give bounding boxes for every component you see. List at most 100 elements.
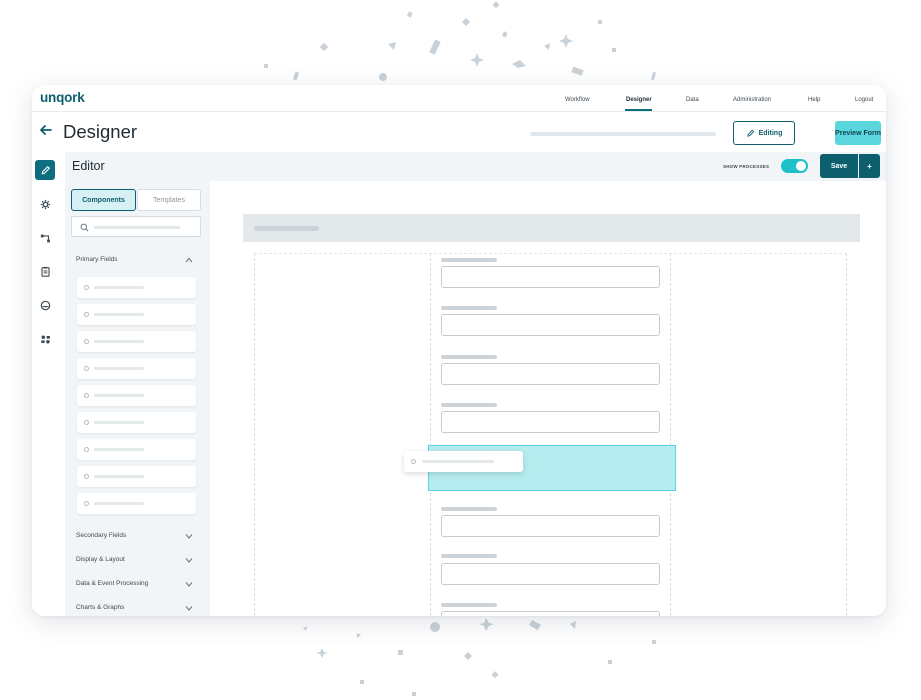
- form-field-label: [441, 554, 497, 558]
- preview-form-button[interactable]: Preview Form: [835, 121, 881, 145]
- component-item-icon: [84, 339, 89, 344]
- chevron-down-icon[interactable]: [185, 533, 193, 539]
- canvas-guide: [670, 253, 671, 616]
- section-data-event-processing[interactable]: Data & Event Processing: [76, 580, 148, 587]
- components-panel: Components Templates Primary Fields Seco…: [65, 181, 210, 616]
- show-processes-toggle[interactable]: [781, 159, 808, 173]
- component-item-placeholder: [94, 394, 144, 397]
- component-search-input[interactable]: [71, 216, 201, 237]
- settings-sliders-icon: [40, 335, 50, 343]
- page-title: Designer: [63, 121, 138, 142]
- component-item[interactable]: [77, 439, 196, 460]
- form-field-input[interactable]: [441, 611, 660, 616]
- active-nav-indicator: [625, 109, 652, 111]
- unqork-logo[interactable]: unqork: [40, 90, 85, 105]
- editing-label: Editing: [758, 129, 783, 137]
- preview-form-label: Preview Form: [835, 129, 881, 137]
- gear-icon: [40, 199, 50, 209]
- search-icon: [80, 223, 89, 232]
- component-item-placeholder: [94, 502, 144, 505]
- workflow-icon: [40, 234, 50, 242]
- rail-workflow[interactable]: [35, 228, 55, 248]
- tab-components[interactable]: Components: [71, 189, 136, 211]
- component-item[interactable]: [77, 358, 196, 379]
- form-field-input[interactable]: [441, 515, 660, 537]
- section-display-layout[interactable]: Display & Layout: [76, 556, 125, 563]
- form-field-input[interactable]: [441, 266, 660, 288]
- form-field-label: [441, 507, 497, 511]
- editor-title: Editor: [72, 159, 105, 173]
- back-arrow-icon[interactable]: [39, 123, 53, 137]
- canvas-header: [243, 214, 860, 242]
- component-item-icon: [84, 420, 89, 425]
- form-field-label: [441, 403, 497, 407]
- nav-help[interactable]: Help: [808, 97, 820, 103]
- search-placeholder-bar: [94, 226, 180, 229]
- rail-clipboard[interactable]: [35, 261, 55, 281]
- dragged-component[interactable]: [404, 451, 523, 472]
- nav-logout[interactable]: Logout: [855, 97, 873, 103]
- component-item-icon: [84, 501, 89, 506]
- component-item-placeholder: [94, 421, 144, 424]
- app-window: unqork Workflow Designer Data Administra…: [32, 85, 886, 616]
- chevron-down-icon[interactable]: [185, 557, 193, 563]
- toggle-knob: [796, 161, 806, 171]
- chevron-down-icon[interactable]: [185, 605, 193, 611]
- component-item-icon: [84, 447, 89, 452]
- component-item[interactable]: [77, 304, 196, 325]
- palette-icon: [40, 300, 50, 310]
- canvas-guide-top: [254, 253, 847, 254]
- chevron-up-icon[interactable]: [185, 257, 193, 263]
- component-item-icon: [84, 312, 89, 317]
- nav-workflow[interactable]: Workflow: [565, 97, 590, 103]
- component-item-placeholder: [94, 286, 144, 289]
- tab-templates[interactable]: Templates: [137, 189, 201, 211]
- component-item[interactable]: [77, 331, 196, 352]
- component-item[interactable]: [77, 412, 196, 433]
- rail-editor[interactable]: [35, 160, 55, 180]
- section-secondary-fields[interactable]: Secondary Fields: [76, 532, 126, 539]
- form-field-label: [441, 355, 497, 359]
- component-item-icon: [84, 474, 89, 479]
- component-item-placeholder: [94, 340, 144, 343]
- show-processes-label: SHOW PROCESSES: [723, 164, 770, 169]
- component-item-icon: [84, 285, 89, 290]
- canvas-guide: [254, 253, 255, 616]
- form-field-label: [441, 603, 497, 607]
- form-field-input[interactable]: [441, 363, 660, 385]
- top-navigation: unqork Workflow Designer Data Administra…: [32, 85, 886, 112]
- nav-administration[interactable]: Administration: [733, 97, 771, 103]
- component-item[interactable]: [77, 385, 196, 406]
- chevron-down-icon[interactable]: [185, 581, 193, 587]
- form-field-input[interactable]: [441, 314, 660, 336]
- canvas-guide: [846, 253, 847, 616]
- pencil-icon: [41, 165, 50, 174]
- component-item-placeholder: [94, 367, 144, 370]
- component-item-icon: [84, 366, 89, 371]
- editor-toolbar: Editor SHOW PROCESSES Save +: [65, 152, 886, 181]
- editing-button[interactable]: Editing: [733, 121, 795, 145]
- form-field-label: [441, 258, 497, 262]
- form-field-input[interactable]: [441, 563, 660, 585]
- component-item-placeholder: [94, 475, 144, 478]
- save-options-button[interactable]: +: [859, 154, 880, 178]
- status-placeholder-bar: [530, 132, 716, 136]
- form-field-label: [441, 306, 497, 310]
- rail-settings[interactable]: [35, 194, 55, 214]
- component-item[interactable]: [77, 493, 196, 514]
- clipboard-icon: [40, 266, 50, 277]
- section-charts-graphs[interactable]: Charts & Graphs: [76, 604, 124, 611]
- rail-configuration[interactable]: [35, 329, 55, 349]
- component-item-icon: [84, 393, 89, 398]
- component-item[interactable]: [77, 277, 196, 298]
- canvas-guide: [430, 253, 431, 616]
- form-field-input[interactable]: [441, 411, 660, 433]
- save-button[interactable]: Save: [820, 154, 858, 178]
- pencil-icon: [746, 129, 754, 137]
- rail-styles[interactable]: [35, 295, 55, 315]
- nav-data[interactable]: Data: [686, 97, 699, 103]
- component-item[interactable]: [77, 466, 196, 487]
- section-primary-fields[interactable]: Primary Fields: [76, 256, 118, 263]
- component-item-placeholder: [94, 448, 144, 451]
- nav-designer[interactable]: Designer: [626, 97, 652, 103]
